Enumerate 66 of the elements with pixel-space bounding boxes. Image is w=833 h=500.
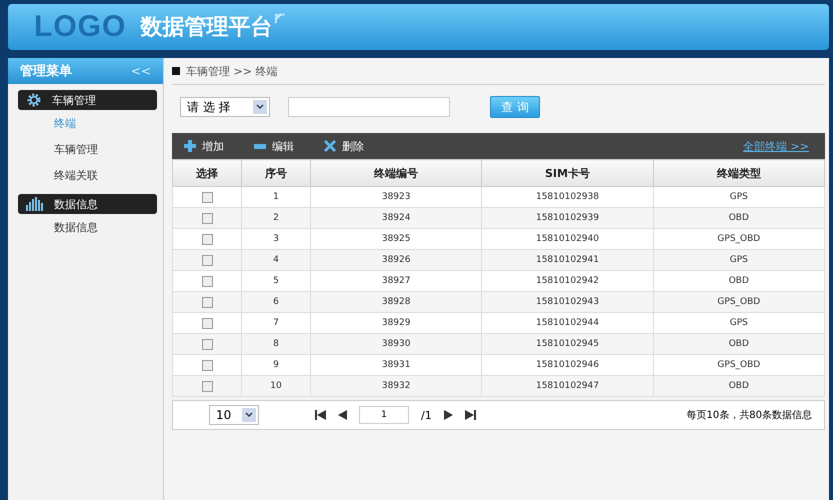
column-header: SIM卡号 — [482, 160, 654, 186]
column-header: 终端类型 — [653, 160, 824, 186]
table-cell: 15810102941 — [482, 250, 654, 270]
table-cell: 6 — [242, 292, 310, 312]
table-cell: 38930 — [310, 334, 482, 354]
table-cell: OBD — [653, 376, 824, 396]
cross-icon — [324, 140, 336, 152]
row-checkbox[interactable] — [202, 212, 212, 224]
page-size-dropdown[interactable]: 10 — [209, 405, 259, 425]
search-field[interactable] — [288, 97, 450, 117]
menu-group-header[interactable]: 数据信息 — [18, 194, 157, 214]
menu-group-label: 车辆管理 — [52, 92, 96, 108]
toolbar-button[interactable]: 删除 — [324, 138, 374, 154]
first-page-icon[interactable] — [315, 410, 326, 420]
breadcrumb: 车辆管理 >> 终端 — [186, 64, 278, 78]
page-number-field[interactable]: 1 — [359, 406, 409, 424]
menu-group-header[interactable]: 车辆管理 — [18, 90, 157, 110]
table-cell: 38926 — [310, 250, 482, 270]
table-cell: GPS_OBD — [653, 292, 824, 312]
platform-title: 数据管理平台 — [140, 14, 272, 42]
table-cell: 10 — [242, 376, 310, 396]
toolbar-button[interactable]: 增加 — [184, 138, 234, 154]
gear-icon — [26, 92, 42, 108]
last-page-icon[interactable] — [464, 410, 476, 420]
menu-item[interactable]: 数据信息 — [8, 214, 163, 240]
all-terminals-link[interactable]: 全部终端 >> — [743, 138, 809, 154]
menu-group-label: 数据信息 — [54, 196, 98, 212]
toolbar-button[interactable]: 编辑 — [254, 138, 304, 154]
table-cell: GPS — [653, 250, 824, 270]
table-cell: 38932 — [310, 376, 482, 396]
type-dropdown[interactable]: 请 选 择 — [180, 97, 270, 117]
page-total: /1 — [421, 408, 432, 422]
previous-page-icon[interactable] — [338, 410, 347, 420]
plus-icon — [184, 140, 196, 152]
bar-chart-icon — [26, 197, 44, 211]
row-checkbox[interactable] — [202, 296, 212, 308]
table-cell: 15810102939 — [482, 208, 654, 228]
column-header: 序号 — [242, 160, 310, 186]
menu-item[interactable]: 车辆管理 — [8, 136, 163, 162]
row-checkbox[interactable] — [202, 360, 212, 370]
table-cell: 15810102943 — [482, 292, 654, 312]
row-checkbox[interactable] — [202, 338, 212, 350]
pagination-summary: 每页10条，共80条数据信息 — [686, 408, 812, 422]
table-cell: 15810102945 — [482, 334, 654, 354]
table-cell: 38924 — [310, 208, 482, 228]
table-cell: 4 — [242, 250, 310, 270]
table-cell: 15810102947 — [482, 376, 654, 396]
next-page-icon[interactable] — [444, 410, 453, 420]
menu-item[interactable]: 终端关联 — [8, 162, 163, 188]
row-checkbox[interactable] — [202, 276, 212, 286]
row-checkbox[interactable] — [202, 380, 212, 392]
logo: LOGO — [34, 10, 126, 44]
square-icon — [172, 67, 180, 75]
row-checkbox[interactable] — [202, 234, 212, 244]
row-checkbox[interactable] — [202, 318, 212, 328]
column-header: 终端编号 — [310, 160, 482, 186]
table-cell: 8 — [242, 334, 310, 354]
table-cell: OBD — [653, 334, 824, 354]
minus-icon — [254, 144, 266, 148]
row-checkbox[interactable] — [202, 254, 212, 266]
table-cell: 2 — [242, 208, 310, 228]
table-cell: 38928 — [310, 292, 482, 312]
row-checkbox[interactable] — [202, 192, 212, 202]
column-header: 选择 — [172, 160, 242, 186]
table-cell: OBD — [653, 208, 824, 228]
sidebar-title: 管理菜单 — [20, 63, 72, 80]
